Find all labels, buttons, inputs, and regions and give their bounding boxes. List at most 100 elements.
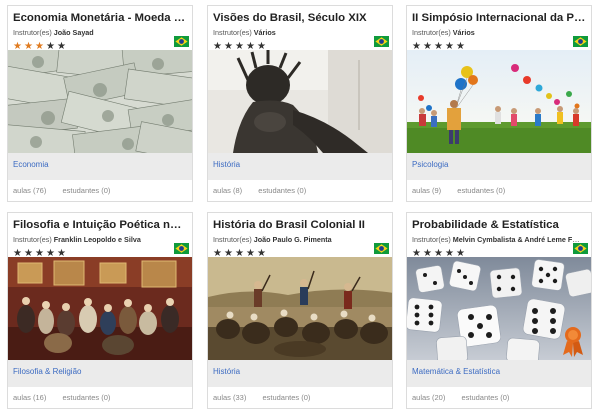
students-count: estudantes (0) xyxy=(461,393,510,402)
instructor-name: Franklin Leopoldo e Silva xyxy=(53,235,141,244)
card-footer: aulas (8) estudantes (0) xyxy=(208,180,392,201)
star-icon[interactable]: ★ xyxy=(35,248,44,259)
instructor-line: Instrutor(es) João Paulo G. Pimenta xyxy=(213,235,381,244)
star-icon[interactable]: ★ xyxy=(456,248,465,259)
category-link[interactable]: História xyxy=(208,360,392,387)
instructor-prefix: Instrutor(es) xyxy=(13,28,52,37)
star-icon[interactable]: ★ xyxy=(257,41,266,52)
category-link[interactable]: Filosofia & Religião xyxy=(8,360,192,387)
money-stacks-image[interactable] xyxy=(8,50,192,153)
rating-stars[interactable]: ★ ★ ★ ★ ★ xyxy=(13,246,187,259)
star-icon[interactable]: ★ xyxy=(412,248,421,259)
students-count: estudantes (0) xyxy=(262,393,311,402)
card-footer: aulas (20) estudantes (0) xyxy=(407,387,591,408)
card-header: Economia Monetária - Moeda e Bancos Inst… xyxy=(8,6,192,52)
instructor-name: Vários xyxy=(452,28,475,37)
star-icon[interactable]: ★ xyxy=(57,248,66,259)
star-icon[interactable]: ★ xyxy=(46,248,55,259)
instructor-name: João Sayad xyxy=(53,28,94,37)
instructor-name: João Paulo G. Pimenta xyxy=(253,235,332,244)
star-icon[interactable]: ★ xyxy=(13,41,22,52)
star-icon[interactable]: ★ xyxy=(235,41,244,52)
instructor-prefix: Instrutor(es) xyxy=(412,235,451,244)
lessons-count: aulas (20) xyxy=(412,393,446,402)
dice-image[interactable] xyxy=(407,257,591,360)
star-icon[interactable]: ★ xyxy=(224,248,233,259)
course-title[interactable]: História do Brasil Colonial II xyxy=(213,218,387,232)
students-count: estudantes (0) xyxy=(258,186,307,195)
star-icon[interactable]: ★ xyxy=(423,248,432,259)
star-icon[interactable]: ★ xyxy=(46,41,55,52)
salon-painting-image[interactable] xyxy=(8,257,192,360)
instructor-name: Melvin Cymbalista & André Leme Fleury xyxy=(452,235,580,244)
rating-stars[interactable]: ★ ★ ★ ★ ★ xyxy=(412,246,586,259)
star-icon[interactable]: ★ xyxy=(235,248,244,259)
bronze-statue-image[interactable] xyxy=(208,50,392,153)
star-icon[interactable]: ★ xyxy=(213,248,222,259)
star-icon[interactable]: ★ xyxy=(35,41,44,52)
card-footer: aulas (33) estudantes (0) xyxy=(208,387,392,408)
lessons-count: aulas (33) xyxy=(213,393,247,402)
rating-stars[interactable]: ★ ★ ★ ★ ★ xyxy=(412,39,586,52)
course-title[interactable]: II Simpósio Internacional da Primeira In… xyxy=(412,11,586,25)
card-header: Probabilidade & Estatística Instrutor(es… xyxy=(407,213,591,259)
brazil-flag-icon xyxy=(374,243,389,254)
brazil-flag-icon xyxy=(174,36,189,47)
students-count: estudantes (0) xyxy=(457,186,506,195)
instructor-prefix: Instrutor(es) xyxy=(213,28,252,37)
rating-stars[interactable]: ★ ★ ★ ★ ★ xyxy=(13,39,187,52)
course-title[interactable]: Probabilidade & Estatística xyxy=(412,218,586,232)
brazil-flag-icon xyxy=(573,36,588,47)
category-link[interactable]: História xyxy=(208,153,392,180)
category-link[interactable]: Economia xyxy=(8,153,192,180)
course-card[interactable]: Visões do Brasil, Século XIX Instrutor(e… xyxy=(207,5,393,202)
instructor-prefix: Instrutor(es) xyxy=(13,235,52,244)
card-header: Visões do Brasil, Século XIX Instrutor(e… xyxy=(208,6,392,52)
star-icon[interactable]: ★ xyxy=(57,41,66,52)
category-link[interactable]: Psicologia xyxy=(407,153,591,180)
course-card[interactable]: II Simpósio Internacional da Primeira In… xyxy=(406,5,592,202)
category-link[interactable]: Matemática & Estatística xyxy=(407,360,591,387)
star-icon[interactable]: ★ xyxy=(434,248,443,259)
course-title[interactable]: Filosofia e Intuição Poética na Modernid… xyxy=(13,218,187,232)
instructor-name: Vários xyxy=(253,28,276,37)
star-icon[interactable]: ★ xyxy=(412,41,421,52)
instructor-line: Instrutor(es) João Sayad xyxy=(13,28,181,37)
instructor-line: Instrutor(es) Franklin Leopoldo e Silva xyxy=(13,235,181,244)
course-title[interactable]: Visões do Brasil, Século XIX xyxy=(213,11,387,25)
card-header: Filosofia e Intuição Poética na Modernid… xyxy=(8,213,192,259)
rating-stars[interactable]: ★ ★ ★ ★ ★ xyxy=(213,39,387,52)
star-icon[interactable]: ★ xyxy=(13,248,22,259)
star-icon[interactable]: ★ xyxy=(445,248,454,259)
brazil-flag-icon xyxy=(174,243,189,254)
course-title[interactable]: Economia Monetária - Moeda e Bancos xyxy=(13,11,187,25)
lessons-count: aulas (9) xyxy=(412,186,442,195)
course-card[interactable]: História do Brasil Colonial II Instrutor… xyxy=(207,212,393,409)
card-header: II Simpósio Internacional da Primeira In… xyxy=(407,6,591,52)
star-icon[interactable]: ★ xyxy=(213,41,222,52)
star-icon[interactable]: ★ xyxy=(24,248,33,259)
instructor-prefix: Instrutor(es) xyxy=(412,28,451,37)
star-icon[interactable]: ★ xyxy=(456,41,465,52)
course-card[interactable]: Filosofia e Intuição Poética na Modernid… xyxy=(7,212,193,409)
course-card[interactable]: Economia Monetária - Moeda e Bancos Inst… xyxy=(7,5,193,202)
card-footer: aulas (9) estudantes (0) xyxy=(407,180,591,201)
lessons-count: aulas (8) xyxy=(213,186,243,195)
star-icon[interactable]: ★ xyxy=(224,41,233,52)
star-icon[interactable]: ★ xyxy=(246,41,255,52)
independence-painting-image[interactable] xyxy=(208,257,392,360)
star-icon[interactable]: ★ xyxy=(423,41,432,52)
star-icon[interactable]: ★ xyxy=(246,248,255,259)
star-icon[interactable]: ★ xyxy=(434,41,443,52)
students-count: estudantes (0) xyxy=(62,393,111,402)
star-icon[interactable]: ★ xyxy=(24,41,33,52)
card-footer: aulas (16) estudantes (0) xyxy=(8,387,192,408)
star-icon[interactable]: ★ xyxy=(257,248,266,259)
students-count: estudantes (0) xyxy=(62,186,111,195)
course-card[interactable]: Probabilidade & Estatística Instrutor(es… xyxy=(406,212,592,409)
lessons-count: aulas (16) xyxy=(13,393,47,402)
children-balloons-image[interactable] xyxy=(407,50,591,153)
star-icon[interactable]: ★ xyxy=(445,41,454,52)
rating-stars[interactable]: ★ ★ ★ ★ ★ xyxy=(213,246,387,259)
instructor-line: Instrutor(es) Vários xyxy=(412,28,580,37)
